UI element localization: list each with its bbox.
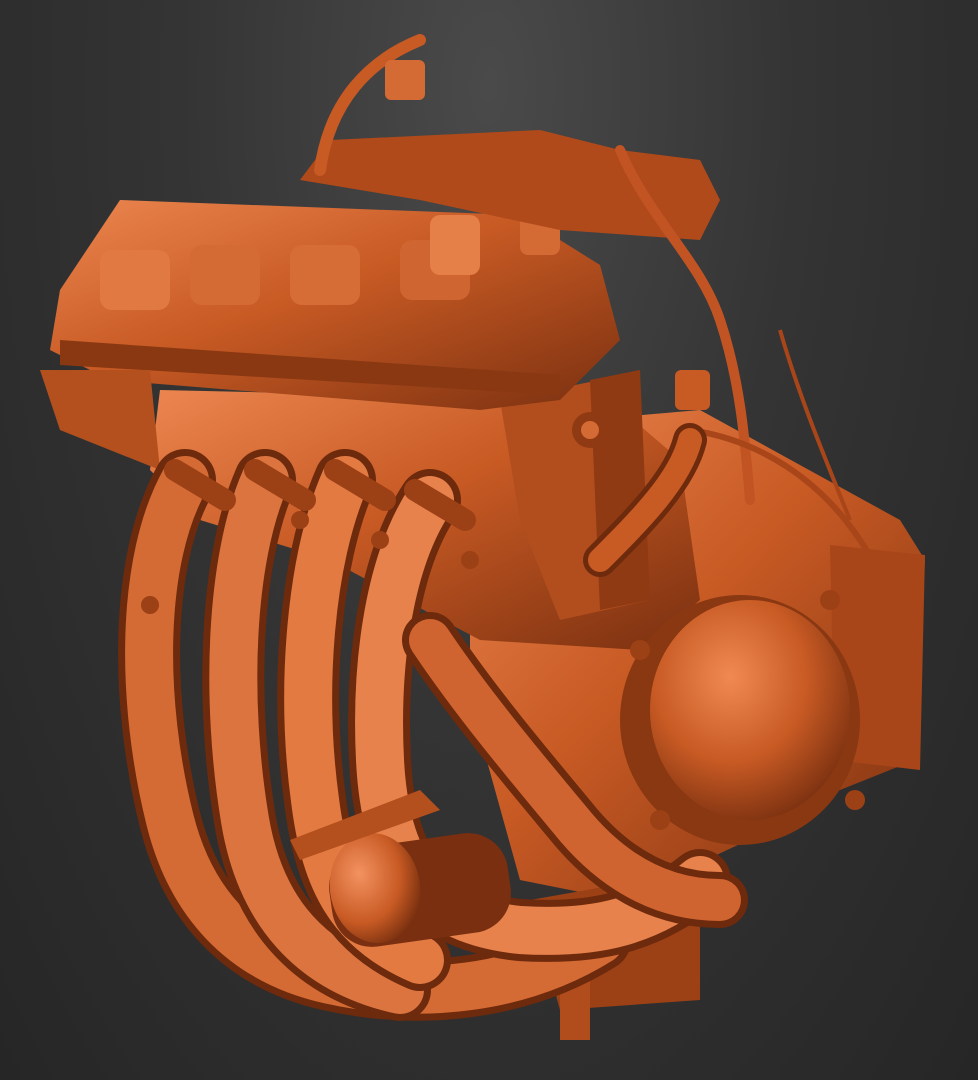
engine-scan-render — [40, 34, 925, 1040]
viewport — [0, 0, 978, 1080]
engine-cover — [620, 595, 860, 845]
